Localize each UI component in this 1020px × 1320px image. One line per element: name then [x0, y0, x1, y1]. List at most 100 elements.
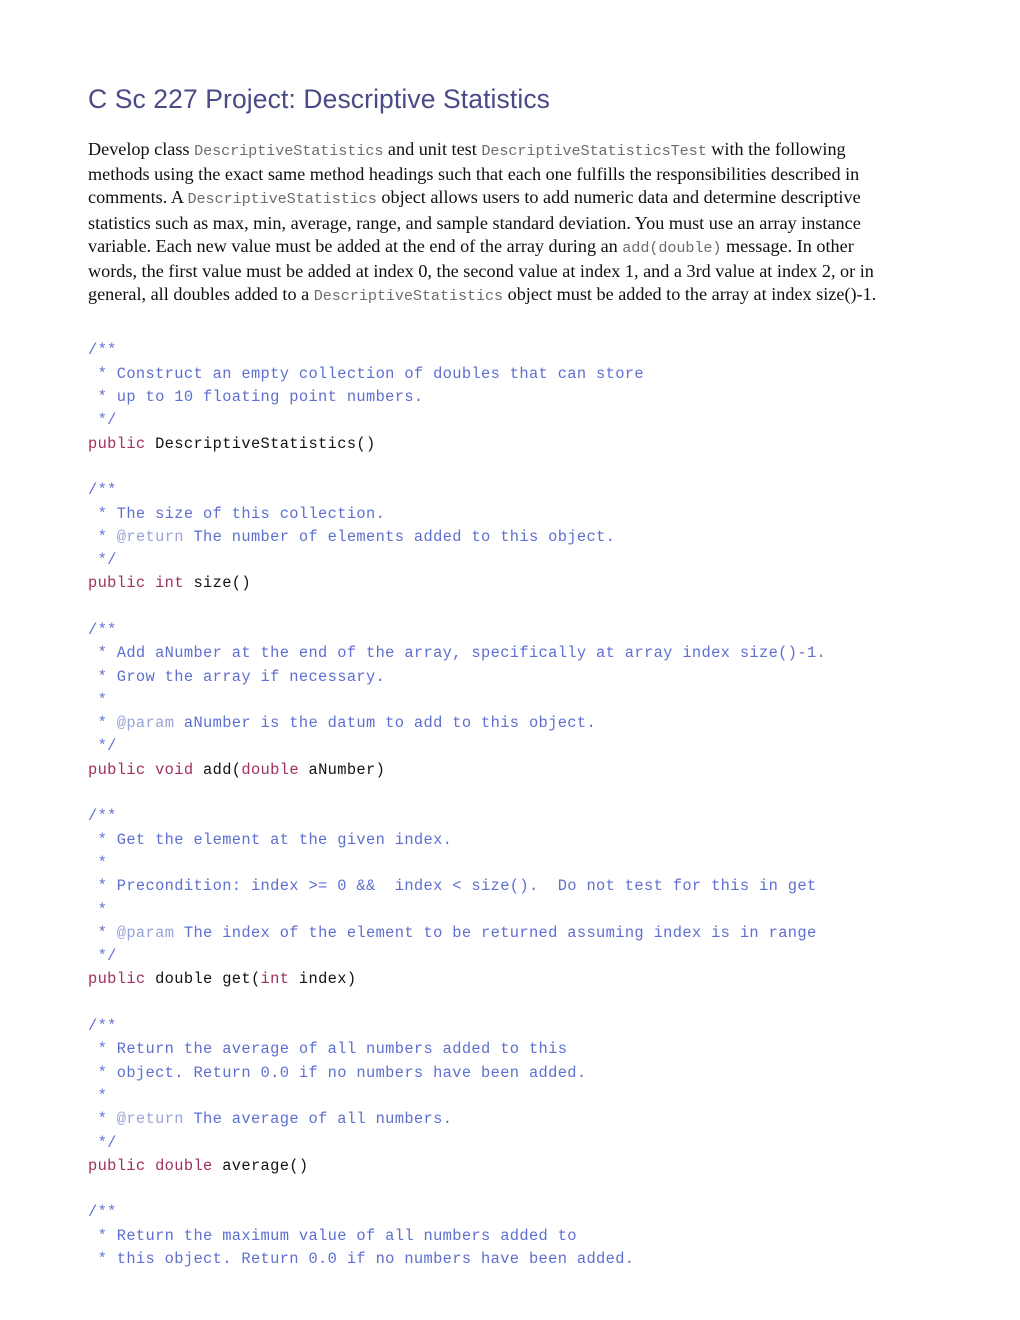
code-line: * The size of this collection. [88, 503, 920, 526]
inline-code: DescriptiveStatisticsTest [481, 142, 707, 160]
code-line: * @return The average of all numbers. [88, 1108, 920, 1131]
keyword: public [88, 970, 146, 989]
code-line: /** [88, 479, 920, 502]
paragraph-text: and unit test [383, 139, 482, 159]
page-title: C Sc 227 Project: Descriptive Statistics [88, 84, 551, 114]
code-block-get-method: /** * Get the element at the given index… [88, 805, 920, 991]
document-content: C Sc 227 Project: Descriptive Statistics… [88, 82, 920, 1271]
comment-text: * [88, 1110, 117, 1129]
code-line: * Precondition: index >= 0 && index < si… [88, 875, 920, 898]
intro-paragraph: Develop class DescriptiveStatistics and … [88, 138, 906, 308]
identifier: add( [193, 760, 242, 779]
identifier: size() [183, 574, 251, 593]
comment-text: * Return the average of all numbers adde… [88, 1040, 568, 1059]
code-line: public double get(int index) [88, 968, 920, 991]
comment-text: * [88, 900, 108, 919]
code-line: * @return The number of elements added t… [88, 526, 920, 549]
inline-code: add(double) [622, 238, 722, 257]
code-line: */ [88, 549, 920, 572]
code-block-size-method: /** * The size of this collection. * @re… [88, 479, 920, 595]
comment-text: * Construct an empty collection of doubl… [88, 364, 644, 383]
code-line: */ [88, 735, 920, 758]
javadoc-tag: @param [116, 923, 175, 942]
code-line: * Get the element at the given index. [88, 829, 920, 852]
code-line: * [88, 689, 920, 712]
code-line: * Return the average of all numbers adde… [88, 1038, 920, 1061]
code-line: * [88, 852, 920, 875]
identifier: double get( [145, 970, 261, 989]
code-line: */ [88, 409, 920, 432]
code-line: public int size() [88, 572, 920, 595]
keyword: public int [88, 574, 184, 593]
comment-text: * Add aNumber at the end of the array, s… [88, 644, 827, 663]
keyword: public double [88, 1156, 213, 1175]
javadoc-tag: @return [116, 527, 184, 546]
comment-text: */ [88, 947, 117, 966]
code-line: public void add(double aNumber) [88, 759, 920, 782]
comment-text: * up to 10 floating point numbers. [88, 388, 424, 407]
code-line: * Construct an empty collection of doubl… [88, 363, 920, 386]
code-line: * [88, 899, 920, 922]
comment-text: */ [88, 411, 117, 430]
comment-text: aNumber is the datum to add to this obje… [174, 714, 597, 733]
code-line: * Return the maximum value of all number… [88, 1225, 920, 1248]
comment-text: * this object. Return 0.0 if no numbers … [88, 1250, 635, 1268]
identifier: average() [212, 1156, 309, 1175]
comment-text: * Grow the array if necessary. [88, 667, 386, 686]
code-line: /** [88, 619, 920, 642]
comment-text: /** [88, 341, 117, 360]
comment-text: /** [88, 1203, 117, 1222]
code-line: * [88, 1085, 920, 1108]
comment-text: /** [88, 620, 117, 639]
javadoc-tag: @param [116, 714, 175, 733]
comment-text: The average of all numbers. [183, 1110, 453, 1129]
paragraph-text: object must be added to the array at ind… [503, 284, 877, 305]
code-line: * Add aNumber at the end of the array, s… [88, 642, 920, 665]
inline-code: DescriptiveStatistics [187, 190, 377, 209]
document-page: C Sc 227 Project: Descriptive Statistics… [0, 0, 1020, 1320]
code-line: /** [88, 1015, 920, 1038]
keyword: public [88, 434, 146, 453]
code-line: /** [88, 1201, 920, 1224]
code-line: */ [88, 945, 920, 968]
comment-text: The index of the element to be returned … [174, 923, 817, 942]
javadoc-tag: @return [116, 1110, 184, 1129]
comment-text: */ [88, 737, 117, 756]
code-line: * @param aNumber is the datum to add to … [88, 712, 920, 735]
comment-text: * The size of this collection. [88, 504, 386, 523]
code-line: /** [88, 339, 920, 362]
code-line: /** [88, 805, 920, 828]
code-block-average-method: /** * Return the average of all numbers … [88, 1015, 920, 1178]
code-block-list: /** * Construct an empty collection of d… [88, 339, 920, 1271]
comment-text: * [88, 527, 117, 546]
keyword: double [241, 760, 299, 779]
comment-text: * Get the element at the given index. [88, 830, 453, 849]
comment-text: * [88, 853, 108, 872]
comment-text: The number of elements added to this obj… [183, 527, 616, 546]
inline-code: DescriptiveStatistics [194, 142, 384, 160]
comment-text: * [88, 690, 108, 709]
code-block-constructor: /** * Construct an empty collection of d… [88, 339, 920, 455]
code-line: public double average() [88, 1155, 920, 1178]
comment-text: /** [88, 807, 117, 826]
comment-text: * [88, 923, 117, 942]
comment-text: * Precondition: index >= 0 && index < si… [88, 877, 817, 896]
code-line: * up to 10 floating point numbers. [88, 386, 920, 409]
keyword: int [260, 970, 290, 989]
inline-code: DescriptiveStatistics [313, 287, 504, 306]
comment-text: /** [88, 481, 117, 500]
comment-text: */ [88, 551, 117, 570]
comment-text: * Return the maximum value of all number… [88, 1226, 577, 1245]
code-block-add-method: /** * Add aNumber at the end of the arra… [88, 619, 920, 782]
identifier: aNumber) [298, 760, 386, 779]
code-line: */ [88, 1132, 920, 1155]
code-block-max-method-partial: /** * Return the maximum value of all nu… [88, 1201, 920, 1271]
code-line: * this object. Return 0.0 if no numbers … [88, 1248, 920, 1271]
comment-text: * [88, 714, 117, 733]
comment-text: * [88, 1086, 108, 1105]
comment-text: /** [88, 1017, 117, 1036]
identifier: index) [289, 970, 357, 989]
code-line: * object. Return 0.0 if no numbers have … [88, 1062, 920, 1085]
keyword: public void [88, 760, 194, 779]
identifier: DescriptiveStatistics() [145, 434, 376, 453]
